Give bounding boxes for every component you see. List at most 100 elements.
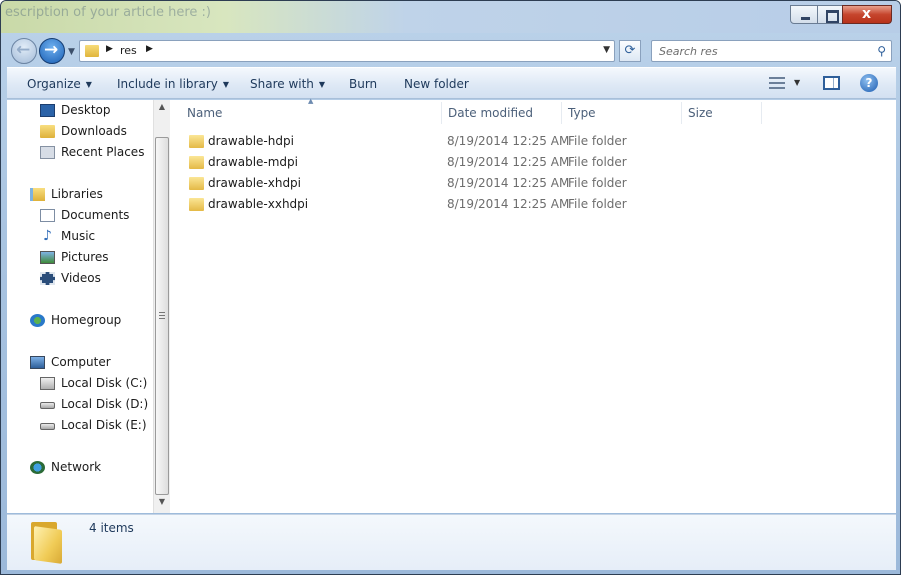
forward-arrow-icon: → bbox=[44, 40, 59, 60]
sidebar-item-label: Libraries bbox=[51, 187, 103, 201]
file-date: 8/19/2014 12:25 AM bbox=[447, 176, 570, 190]
sidebar-item-label: Recent Places bbox=[61, 145, 145, 159]
file-date: 8/19/2014 12:25 AM bbox=[447, 134, 570, 148]
burn-button[interactable]: Burn bbox=[349, 77, 377, 91]
column-divider[interactable] bbox=[681, 102, 682, 124]
title-bar: escription of your article here :) x bbox=[1, 1, 900, 33]
table-row[interactable]: drawable-xhdpi 8/19/2014 12:25 AM File fol… bbox=[187, 174, 767, 194]
chevron-down-icon: ▼ bbox=[85, 80, 92, 89]
chevron-down-icon[interactable]: ▼ bbox=[794, 78, 800, 87]
scroll-down-arrow-icon[interactable]: ▼ bbox=[154, 497, 170, 511]
table-row[interactable]: drawable-xxhdpi 8/19/2014 12:25 AM File fo… bbox=[187, 195, 767, 215]
breadcrumb-arrow-icon[interactable]: ▶ bbox=[106, 44, 113, 54]
refresh-icon: ⟳ bbox=[624, 43, 636, 58]
table-row[interactable]: drawable-mdpi 8/19/2014 12:25 AM File fold… bbox=[187, 153, 767, 173]
music-icon: ♪ bbox=[43, 228, 52, 244]
window-title: escription of your article here :) bbox=[5, 5, 211, 20]
sidebar-item-label: Downloads bbox=[61, 124, 127, 138]
scroll-up-arrow-icon[interactable]: ▲ bbox=[154, 102, 170, 116]
search-box[interactable]: Search res ⚲ bbox=[651, 40, 892, 62]
drive-icon bbox=[40, 402, 55, 409]
sidebar-item-label: Videos bbox=[61, 271, 101, 285]
file-name: drawable-mdpi bbox=[208, 155, 298, 169]
table-row[interactable]: drawable-hdpi 8/19/2014 12:25 AM File fold… bbox=[187, 132, 767, 152]
file-date: 8/19/2014 12:25 AM bbox=[447, 155, 570, 169]
breadcrumb-res[interactable]: res bbox=[120, 44, 137, 57]
file-list: Name ▲ Date modified Type Size drawable-… bbox=[171, 97, 896, 513]
column-header-type[interactable]: Type bbox=[568, 106, 596, 120]
folder-icon bbox=[40, 125, 55, 138]
file-name: drawable-xxhdpi bbox=[208, 197, 309, 211]
navigation-row: ← → ▼ ▶ res ▶ ▼ ⟳ Search res ⚲ bbox=[7, 35, 896, 65]
refresh-button[interactable]: ⟳ bbox=[619, 40, 641, 62]
file-type: File folder bbox=[568, 197, 627, 211]
file-type: File folder bbox=[568, 155, 627, 169]
command-bar: Organize ▼ Include in library ▼ Share with… bbox=[7, 67, 896, 99]
libraries-icon bbox=[30, 188, 45, 201]
share-with-label: Share with bbox=[250, 77, 314, 91]
organize-button[interactable]: Organize ▼ bbox=[27, 77, 92, 91]
address-bar[interactable]: ▶ res ▶ ▼ bbox=[79, 40, 615, 62]
sidebar-item-label: Pictures bbox=[61, 250, 109, 264]
sidebar-item-label: Local Disk (E:) bbox=[61, 418, 147, 432]
scrollbar-thumb[interactable] bbox=[155, 137, 169, 495]
file-name: drawable-hdpi bbox=[208, 134, 294, 148]
organize-label: Organize bbox=[27, 77, 81, 91]
pictures-icon bbox=[40, 251, 55, 264]
view-options-icon[interactable] bbox=[769, 77, 785, 89]
sort-ascending-icon: ▲ bbox=[308, 97, 314, 105]
item-count: 4 items bbox=[89, 521, 134, 535]
navigation-pane: Desktop Downloads Recent Places Librarie… bbox=[7, 100, 153, 513]
include-in-library-button[interactable]: Include in library ▼ bbox=[117, 77, 229, 91]
column-header-date-modified[interactable]: Date modified bbox=[448, 106, 533, 120]
system-drive-icon bbox=[40, 377, 55, 390]
file-date: 8/19/2014 12:25 AM bbox=[447, 197, 570, 211]
breadcrumb-arrow-icon[interactable]: ▶ bbox=[146, 44, 153, 54]
maximize-button[interactable] bbox=[817, 5, 843, 24]
back-arrow-icon: ← bbox=[16, 40, 31, 60]
sidebar-item-label: Local Disk (D:) bbox=[61, 397, 149, 411]
sidebar-item-label: Computer bbox=[51, 355, 111, 369]
homegroup-icon bbox=[30, 314, 45, 327]
sidebar-item-label: Homegroup bbox=[51, 313, 122, 327]
forward-button[interactable]: → bbox=[39, 38, 65, 64]
sidebar-item-label: Music bbox=[61, 229, 96, 243]
new-folder-button[interactable]: New folder bbox=[404, 77, 469, 91]
documents-icon bbox=[40, 209, 55, 222]
main-content: Desktop Downloads Recent Places Librarie… bbox=[7, 97, 896, 513]
search-icon[interactable]: ⚲ bbox=[877, 44, 886, 58]
column-divider[interactable] bbox=[761, 102, 762, 124]
network-icon bbox=[30, 461, 45, 474]
file-type: File folder bbox=[568, 134, 627, 148]
preview-pane-icon[interactable] bbox=[823, 76, 840, 90]
back-button[interactable]: ← bbox=[11, 38, 37, 64]
recent-pages-dropdown[interactable]: ▼ bbox=[68, 47, 75, 57]
help-icon[interactable]: ? bbox=[860, 74, 878, 92]
chevron-down-icon: ▼ bbox=[318, 80, 326, 89]
sidebar-scrollbar[interactable]: ▲ ▼ bbox=[153, 100, 170, 513]
computer-icon bbox=[30, 356, 45, 369]
column-header-name[interactable]: Name bbox=[187, 106, 222, 120]
share-with-button[interactable]: Share with ▼ bbox=[250, 77, 325, 91]
folder-icon bbox=[189, 135, 204, 148]
include-in-library-label: Include in library bbox=[117, 77, 218, 91]
close-icon: x bbox=[862, 6, 872, 22]
folder-icon bbox=[189, 198, 204, 211]
column-header-size[interactable]: Size bbox=[688, 106, 713, 120]
address-dropdown-icon[interactable]: ▼ bbox=[603, 45, 610, 55]
column-divider[interactable] bbox=[561, 102, 562, 124]
desktop-icon bbox=[40, 104, 55, 117]
close-button[interactable]: x bbox=[842, 5, 892, 24]
folder-icon bbox=[29, 520, 63, 564]
folder-icon bbox=[85, 45, 99, 57]
sidebar-item-label: Documents bbox=[61, 208, 130, 222]
column-divider[interactable] bbox=[441, 102, 442, 124]
search-input[interactable]: Search res bbox=[659, 45, 718, 58]
explorer-window: escription of your article here :) x ← →… bbox=[0, 0, 901, 575]
minimize-button[interactable] bbox=[790, 5, 818, 24]
sidebar-item-label: Desktop bbox=[61, 103, 111, 117]
drive-icon bbox=[40, 423, 55, 430]
folder-icon bbox=[189, 156, 204, 169]
file-type: File folder bbox=[568, 176, 627, 190]
sidebar-item-label: Network bbox=[51, 460, 102, 474]
